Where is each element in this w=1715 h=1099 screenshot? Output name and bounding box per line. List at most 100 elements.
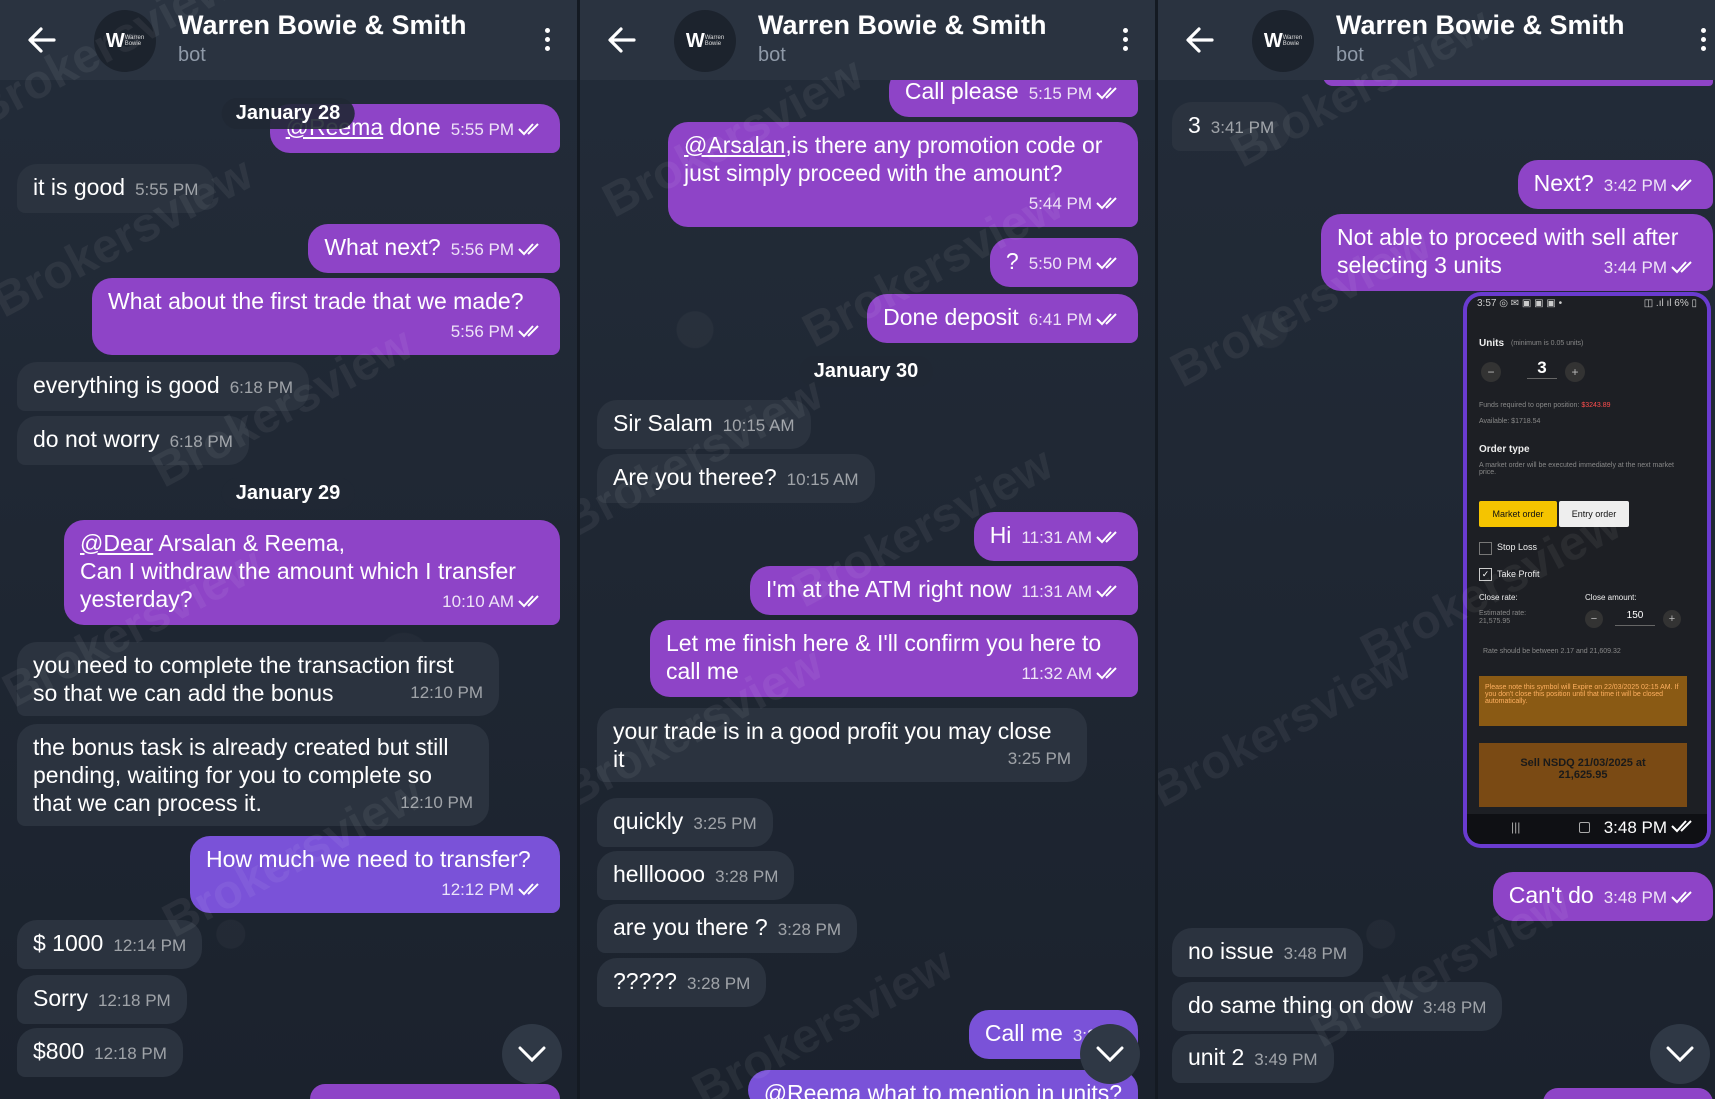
message-incoming[interactable]: $800 12:18 PM <box>17 1028 183 1077</box>
message-incoming[interactable]: your trade is in a good profit you may c… <box>597 708 1087 782</box>
message-incoming[interactable]: do same thing on dow 3:48 PM <box>1172 982 1503 1031</box>
phone-status-icons: ◫ .ıl ıl 6% ▯ <box>1643 298 1697 309</box>
chat-subtitle: bot <box>758 44 786 66</box>
screenshot-image[interactable]: 3:57 ◎ ✉ ▣ ▣ ▣ • ◫ .ıl ıl 6% ▯ Units (mi… <box>1463 292 1711 848</box>
message-outgoing[interactable] <box>1543 1088 1713 1099</box>
sell-button: Sell NSDQ 21/03/2025 at 21,625.95 <box>1479 743 1687 807</box>
entry-order-button: Entry order <box>1559 501 1629 527</box>
phone-status-bar: 3:57 ◎ ✉ ▣ ▣ ▣ • <box>1477 298 1563 309</box>
message-outgoing[interactable]: How much we need to transfer? 12:12 PM <box>190 836 560 913</box>
message-outgoing[interactable]: Next? 3:42 PM <box>1517 160 1713 209</box>
message-incoming[interactable]: Sir Salam 10:15 AM <box>597 400 811 449</box>
chevron-down-icon <box>1666 1046 1694 1062</box>
message-outgoing[interactable]: Not able to proceed with sell after sele… <box>1321 214 1713 291</box>
double-check-icon <box>1096 257 1117 270</box>
double-check-icon <box>1096 313 1117 326</box>
plus-icon: + <box>1663 610 1681 628</box>
double-check-icon <box>518 123 539 136</box>
more-options-icon[interactable] <box>1697 24 1709 56</box>
double-check-icon <box>1096 667 1117 680</box>
message-incoming[interactable]: you need to complete the transaction fir… <box>17 642 499 716</box>
chat-title[interactable]: Warren Bowie & Smith <box>758 10 1047 41</box>
chat-subtitle: bot <box>178 44 206 66</box>
message-outgoing[interactable]: Let me finish here & I'll confirm you he… <box>650 620 1138 697</box>
message-incoming[interactable]: Are you theree? 10:15 AM <box>597 454 875 503</box>
double-check-icon <box>1096 197 1117 210</box>
chat-header: W Warren Bowie Warren Bowie & Smith bot <box>1158 0 1715 80</box>
units-value: 3 <box>1527 358 1557 379</box>
back-arrow-icon[interactable] <box>604 22 640 58</box>
double-check-icon <box>1096 531 1117 544</box>
stop-loss-label: Stop Loss <box>1497 542 1538 552</box>
message-outgoing[interactable]: Hi 11:31 AM <box>973 512 1138 561</box>
avatar[interactable]: W Warren Bowie <box>94 10 156 72</box>
message-incoming[interactable]: it is good 5:55 PM <box>17 164 215 213</box>
chevron-down-icon <box>1096 1046 1124 1062</box>
double-check-icon <box>518 325 539 338</box>
double-check-icon <box>1671 820 1692 833</box>
message-incoming[interactable]: no issue 3:48 PM <box>1172 928 1363 977</box>
estimated-rate-value: 21,575.95 <box>1479 618 1511 625</box>
checkbox-icon <box>1479 542 1492 555</box>
double-check-icon <box>1096 585 1117 598</box>
date-separator: January 29 <box>221 478 355 509</box>
message-incoming[interactable]: hellloooo 3:28 PM <box>597 851 795 900</box>
close-rate-label: Close rate: <box>1479 593 1518 602</box>
message-outgoing[interactable]: ? 5:50 PM <box>989 238 1138 287</box>
chevron-down-icon <box>518 1046 546 1062</box>
funds-text: Funds required to open position: $3243.8… <box>1479 402 1611 409</box>
message-incoming[interactable]: unit 2 3:49 PM <box>1172 1034 1334 1083</box>
message-outgoing[interactable]: Done deposit 6:41 PM <box>867 294 1138 343</box>
message-outgoing[interactable]: I'm at the ATM right now 11:31 AM <box>749 566 1138 615</box>
home-icon <box>1579 822 1590 833</box>
double-check-icon <box>1671 179 1692 192</box>
close-amount-label: Close amount: <box>1585 593 1637 602</box>
scroll-down-button[interactable] <box>1080 1024 1140 1084</box>
mention[interactable]: @Arsalan <box>684 132 785 158</box>
message-outgoing[interactable]: @Arsalan,is there any promotion code or … <box>668 122 1138 227</box>
double-check-icon <box>518 595 539 608</box>
more-options-icon[interactable] <box>541 24 553 56</box>
message-incoming[interactable]: quickly 3:25 PM <box>597 798 773 847</box>
back-arrow-icon[interactable] <box>1182 22 1218 58</box>
message-incoming[interactable]: are you there ? 3:28 PM <box>597 904 858 953</box>
message-incoming[interactable]: Sorry 12:18 PM <box>17 975 187 1024</box>
plus-icon: + <box>1565 362 1585 382</box>
order-desc: A market order will be executed immediat… <box>1479 462 1674 476</box>
message-outgoing[interactable]: Can't do 3:48 PM <box>1492 872 1713 921</box>
message-outgoing[interactable]: What next? 5:56 PM <box>308 224 560 273</box>
available-text: Available: $1718.54 <box>1479 418 1541 425</box>
message-outgoing[interactable]: @Reema what to mention in units? <box>747 1070 1138 1099</box>
units-label: Units <box>1479 338 1504 349</box>
date-separator: January 28 <box>221 98 355 129</box>
avatar[interactable]: W Warren Bowie <box>1252 10 1314 72</box>
message-incoming[interactable]: 3 3:41 PM <box>1172 102 1291 151</box>
order-type-label: Order type <box>1479 444 1530 455</box>
chat-subtitle: bot <box>1336 44 1364 66</box>
units-hint: (minimum is 0.05 units) <box>1511 340 1584 347</box>
message-outgoing[interactable]: What about the first trade that we made?… <box>92 278 560 355</box>
chat-title[interactable]: Warren Bowie & Smith <box>1336 10 1625 41</box>
more-options-icon[interactable] <box>1119 24 1131 56</box>
double-check-icon <box>1096 87 1117 100</box>
minus-icon: − <box>1481 362 1501 382</box>
message-incoming[interactable]: the bonus task is already created but st… <box>17 724 489 826</box>
avatar[interactable]: W Warren Bowie <box>674 10 736 72</box>
close-amount-value: 150 <box>1615 610 1655 626</box>
recent-apps-icon: ||| <box>1511 820 1521 834</box>
scroll-down-button[interactable] <box>502 1024 562 1084</box>
message-incoming[interactable]: ????? 3:28 PM <box>597 958 767 1007</box>
message-outgoing[interactable]: @Dear Arsalan & Reema, Can I withdraw th… <box>64 520 560 625</box>
message-incoming[interactable]: do not worry 6:18 PM <box>17 416 249 465</box>
double-check-icon <box>1671 891 1692 904</box>
message-incoming[interactable]: $ 1000 12:14 PM <box>17 920 203 969</box>
message-incoming[interactable]: everything is good 6:18 PM <box>17 362 309 411</box>
chat-title[interactable]: Warren Bowie & Smith <box>178 10 467 41</box>
mention[interactable]: @Dear <box>80 530 153 556</box>
estimated-rate-label: Estimated rate: <box>1479 610 1527 617</box>
back-arrow-icon[interactable] <box>24 22 60 58</box>
message-time: 3:48 PM <box>1604 818 1697 838</box>
message-outgoing[interactable] <box>310 1084 560 1099</box>
scroll-down-button[interactable] <box>1650 1024 1710 1084</box>
market-order-button: Market order <box>1479 501 1557 527</box>
